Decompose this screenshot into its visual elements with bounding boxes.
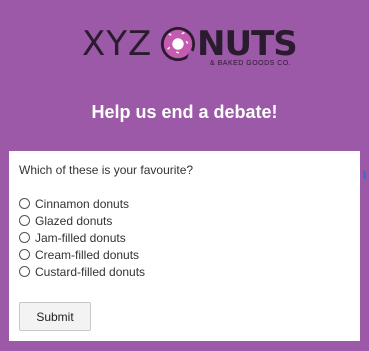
edge-marker [363, 171, 366, 179]
option-list: Cinnamon donuts Glazed donuts Jam-filled… [19, 195, 145, 280]
survey-card: Which of these is your favourite? Cinnam… [9, 151, 360, 341]
option-label: Cinnamon donuts [35, 196, 130, 211]
option-glazed[interactable]: Glazed donuts [19, 212, 145, 229]
logo-brand-text: NUTS [197, 24, 298, 64]
option-label: Jam-filled donuts [35, 230, 126, 245]
logo-tagline: & BAKED GOODS CO. [210, 60, 292, 67]
donut-logo-icon [160, 26, 197, 63]
option-custard-filled[interactable]: Custard-filled donuts [19, 263, 145, 280]
option-cream-filled[interactable]: Cream-filled donuts [19, 246, 145, 263]
option-label: Glazed donuts [35, 213, 113, 228]
radio-button[interactable] [19, 198, 30, 209]
survey-question: Which of these is your favourite? [19, 163, 194, 177]
page-heading: Help us end a debate! [91, 102, 278, 122]
option-cinnamon[interactable]: Cinnamon donuts [19, 195, 145, 212]
radio-button[interactable] [19, 215, 30, 226]
option-label: Cream-filled donuts [35, 247, 140, 262]
radio-button[interactable] [19, 249, 30, 260]
logo-prefix: XYZ [82, 24, 153, 64]
radio-button[interactable] [19, 266, 30, 277]
brand-logo: XYZ NUTS & BAKED GOODS CO. [82, 18, 298, 74]
submit-button[interactable]: Submit [19, 302, 91, 331]
option-jam-filled[interactable]: Jam-filled donuts [19, 229, 145, 246]
radio-button[interactable] [19, 232, 30, 243]
option-label: Custard-filled donuts [35, 264, 146, 279]
